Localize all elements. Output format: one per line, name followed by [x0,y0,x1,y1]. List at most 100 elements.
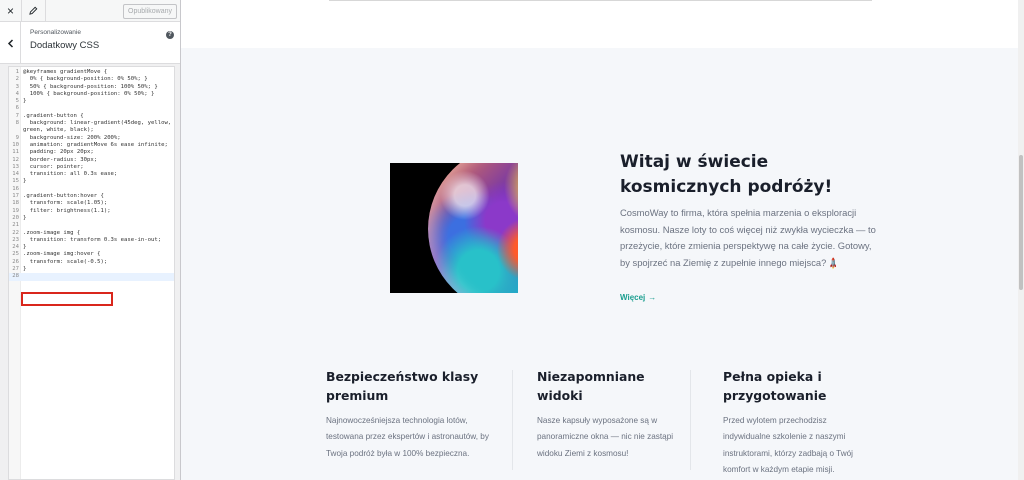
line-number: 23 [12,236,19,243]
code-line[interactable]: 12 border-radius: 30px; [9,157,174,164]
line-number: 17 [12,193,19,200]
feature-title: Bezpieczeństwo klasy premium [326,369,479,403]
code-text: } [23,244,27,251]
feature-text: Najnowocześniejsza technologia lotów, te… [326,416,489,458]
code-text: .gradient-button { [23,112,84,119]
code-line[interactable]: 14 transition: all 0.3s ease; [9,171,174,178]
code-line[interactable]: 27} [9,266,174,273]
pencil-icon [29,6,38,15]
arrow-right-icon: → [648,293,657,302]
preview-scrollbar[interactable] [1018,0,1024,480]
more-link[interactable]: Więcej → [620,293,656,302]
line-number: 3 [15,83,19,90]
code-line[interactable]: 21 [9,222,174,229]
line-number: 27 [12,266,19,273]
code-line[interactable]: 1 @keyframes gradientMove { [9,69,174,76]
publish-button[interactable]: Opublikowany [123,4,177,19]
feature-views: Niezapomniane widoki Nasze kapsuły wypos… [537,367,687,462]
code-text: padding: 20px 20px; [23,149,94,156]
feature-title: Niezapomniane widoki [537,369,645,403]
line-number: 28 [12,273,19,280]
code-line[interactable]: 11 padding: 20px 20px; [9,149,174,156]
code-line[interactable]: 22 .zoom-image img { [9,230,174,237]
planet-graphic [428,163,518,293]
code-text: 100% { background-position: 0% 50%; } [23,90,155,97]
line-number: 9 [15,134,19,141]
code-line[interactable]: 5} [9,98,174,105]
section-header: Personalizowanie Dodatkowy CSS ? [0,22,180,64]
close-button[interactable]: × [0,0,22,22]
code-line[interactable]: 2 0% { background-position: 0% 50%; } [9,76,174,83]
line-number: 16 [12,185,19,192]
feature-safety: Bezpieczeństwo klasy premium Najnowocześ… [326,367,498,462]
line-number: 2 [15,76,19,83]
css-code-editor[interactable]: 1 @keyframes gradientMove {2 0% { backgro… [8,66,175,480]
code-lines[interactable]: 1 @keyframes gradientMove {2 0% { backgro… [9,69,174,281]
back-button[interactable] [0,22,21,64]
code-text: transform: scale(-0.5); [23,258,108,265]
code-line[interactable]: 17 .gradient-button:hover { [9,193,174,200]
code-text: cursor: pointer; [23,163,84,170]
site-preview: Witaj w świecie kosmicznych podróży! Cos… [181,0,1024,480]
help-icon[interactable]: ? [166,31,174,39]
code-text: .gradient-button:hover { [23,193,104,200]
feature-text: Nasze kapsuły wyposażone są w panoramicz… [537,416,674,458]
planet-image[interactable] [390,163,518,293]
line-number: 6 [15,105,19,112]
feature-title: Pełna opieka i przygotowanie [723,369,827,403]
section-title: Dodatkowy CSS [30,40,100,51]
code-line[interactable]: 8 background: linear-gradient(45deg, yel… [9,120,174,127]
code-line[interactable]: 7 .gradient-button { [9,113,174,120]
code-line[interactable]: 4 100% { background-position: 0% 50%; } [9,91,174,98]
code-line[interactable]: 19 filter: brightness(1.1); [9,208,174,215]
line-number: 8 [15,120,19,127]
line-number: 15 [12,178,19,185]
highlight-annotation-box [21,292,113,306]
code-line[interactable]: 26 transform: scale(-0.5); [9,259,174,266]
header-strip [181,0,1024,48]
code-line[interactable]: 24} [9,244,174,251]
code-line[interactable]: 3 50% { background-position: 100% 50%; } [9,84,174,91]
line-number: 24 [12,244,19,251]
code-line[interactable]: 15} [9,178,174,185]
code-text: transition: transform 0.3s ease-in-out; [23,236,162,243]
code-line[interactable]: 25 .zoom-image img:hover { [9,251,174,258]
code-text: } [23,178,27,185]
code-line[interactable]: 28 [9,273,174,281]
line-number: 21 [12,222,19,229]
code-text: @keyframes gradientMove { [23,69,108,75]
rocket-icon: 🚀 [826,257,841,271]
edit-button[interactable] [22,0,46,22]
code-text: .zoom-image img:hover { [23,251,101,258]
code-text: } [23,98,27,105]
hero-title: Witaj w świecie kosmicznych podróży! [620,152,833,197]
code-line[interactable]: 10 animation: gradientMove 6s ease infin… [9,142,174,149]
customizer-sidebar: × Opublikowany Personalizowanie Dodatkow… [0,0,181,480]
line-number: 18 [12,200,19,207]
code-text: 50% { background-position: 100% 50%; } [23,83,158,90]
code-line[interactable]: 18 transform: scale(1.05); [9,200,174,207]
line-number: 4 [15,90,19,97]
code-line[interactable]: 9 background-size: 200% 200%; [9,135,174,142]
line-number: 14 [12,171,19,178]
more-link-label: Więcej [620,293,646,302]
code-text: transition: all 0.3s ease; [23,171,118,178]
code-line[interactable]: 13 cursor: pointer; [9,164,174,171]
code-line[interactable]: 20} [9,215,174,222]
line-number: 5 [15,98,19,105]
code-line[interactable]: 16 [9,186,174,193]
code-line[interactable]: 6 [9,105,174,112]
code-line[interactable]: green, white, black); [9,127,174,134]
code-text: animation: gradientMove 6s ease infinite… [23,141,168,148]
feature-divider [690,370,691,470]
code-text: border-radius: 30px; [23,156,98,163]
hero-description: CosmoWay to firma, która spełnia marzeni… [620,205,882,273]
code-text: .zoom-image img { [23,229,81,236]
breadcrumb: Personalizowanie [30,29,81,36]
code-text: background: linear-gradient(45deg, yello… [23,120,172,127]
code-line[interactable]: 23 transition: transform 0.3s ease-in-ou… [9,237,174,244]
code-text: 0% { background-position: 0% 50%; } [23,76,148,83]
line-number: 19 [12,207,19,214]
line-number: 13 [12,163,19,170]
scrollbar-thumb[interactable] [1019,155,1023,290]
